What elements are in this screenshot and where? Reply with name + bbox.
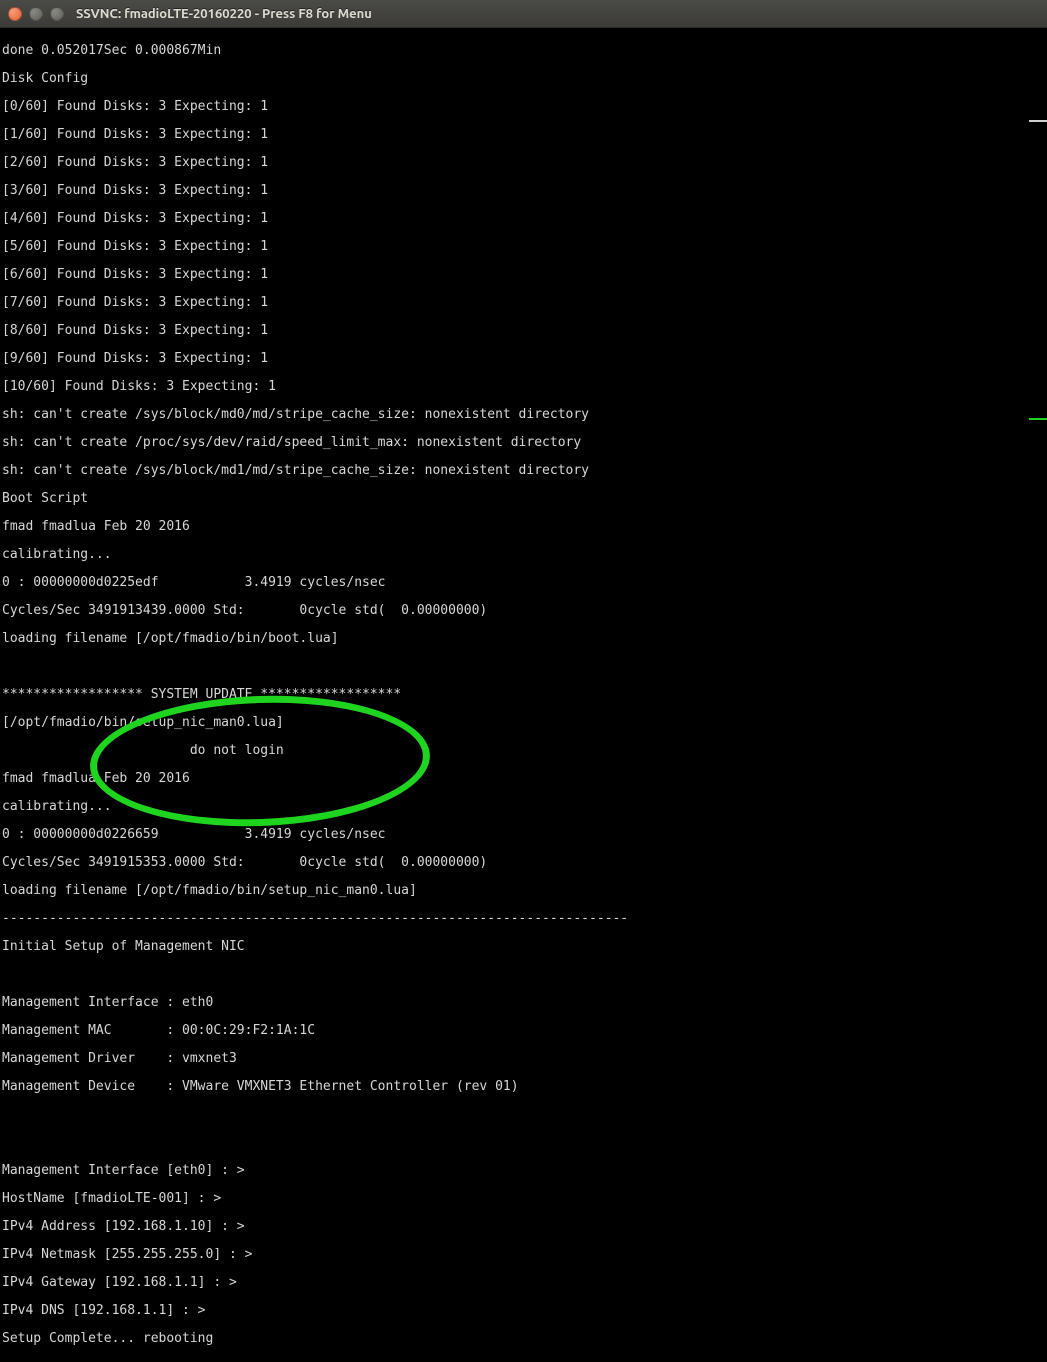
term-line: fmad fmadlua Feb 20 2016 [2,520,1045,534]
close-icon[interactable] [8,7,22,21]
term-line [2,1108,1045,1122]
term-line: Management Interface [eth0] : > [2,1164,1045,1178]
annotation-tick [1029,418,1047,420]
term-line: 0 : 00000000d0225edf 3.4919 cycles/nsec [2,576,1045,590]
term-line: Cycles/Sec 3491915353.0000 Std: 0cycle s… [2,856,1045,870]
term-line: done 0.052017Sec 0.000867Min [2,44,1045,58]
term-line: [8/60] Found Disks: 3 Expecting: 1 [2,324,1045,338]
term-line: Management MAC : 00:0C:29:F2:1A:1C [2,1024,1045,1038]
term-line: [1/60] Found Disks: 3 Expecting: 1 [2,128,1045,142]
term-line: [9/60] Found Disks: 3 Expecting: 1 [2,352,1045,366]
term-line: loading filename [/opt/fmadio/bin/boot.l… [2,632,1045,646]
term-line [2,968,1045,982]
window-titlebar: SSVNC: fmadioLTE-20160220 - Press F8 for… [0,0,1047,28]
term-line: IPv4 Gateway [192.168.1.1] : > [2,1276,1045,1290]
term-line: [/opt/fmadio/bin/setup_nic_man0.lua] [2,716,1045,730]
term-line: [4/60] Found Disks: 3 Expecting: 1 [2,212,1045,226]
term-line: IPv4 Address [192.168.1.10] : > [2,1220,1045,1234]
term-line: [5/60] Found Disks: 3 Expecting: 1 [2,240,1045,254]
term-line: calibrating... [2,800,1045,814]
term-line: do not login [2,744,1045,758]
term-line: Management Device : VMware VMXNET3 Ether… [2,1080,1045,1094]
term-line: sh: can't create /sys/block/md1/md/strip… [2,464,1045,478]
term-line: [2/60] Found Disks: 3 Expecting: 1 [2,156,1045,170]
term-line: IPv4 DNS [192.168.1.1] : > [2,1304,1045,1318]
maximize-icon[interactable] [50,7,64,21]
term-line: loading filename [/opt/fmadio/bin/setup_… [2,884,1045,898]
term-line: sh: can't create /proc/sys/dev/raid/spee… [2,436,1045,450]
window-title: SSVNC: fmadioLTE-20160220 - Press F8 for… [76,7,372,21]
term-line: Initial Setup of Management NIC [2,940,1045,954]
term-line: IPv4 Netmask [255.255.255.0] : > [2,1248,1045,1262]
term-line: Setup Complete... rebooting [2,1332,1045,1346]
terminal-output: done 0.052017Sec 0.000867Min Disk Config… [0,28,1047,1362]
window-controls [8,7,64,21]
term-line [2,1136,1045,1150]
term-line: [3/60] Found Disks: 3 Expecting: 1 [2,184,1045,198]
term-line: HostName [fmadioLTE-001] : > [2,1192,1045,1206]
term-line: Management Driver : vmxnet3 [2,1052,1045,1066]
term-line: calibrating... [2,548,1045,562]
term-line: sh: can't create /sys/block/md0/md/strip… [2,408,1045,422]
term-line: ----------------------------------------… [2,912,1045,926]
term-line: Disk Config [2,72,1045,86]
term-line: fmad fmadlua Feb 20 2016 [2,772,1045,786]
term-line: 0 : 00000000d0226659 3.4919 cycles/nsec [2,828,1045,842]
term-line: ****************** SYSTEM UPDATE *******… [2,688,1045,702]
term-line: Management Interface : eth0 [2,996,1045,1010]
term-line: [6/60] Found Disks: 3 Expecting: 1 [2,268,1045,282]
term-line: Cycles/Sec 3491913439.0000 Std: 0cycle s… [2,604,1045,618]
term-line: [0/60] Found Disks: 3 Expecting: 1 [2,100,1045,114]
term-line: Boot Script [2,492,1045,506]
annotation-tick [1029,120,1047,122]
term-line: [7/60] Found Disks: 3 Expecting: 1 [2,296,1045,310]
term-line: [10/60] Found Disks: 3 Expecting: 1 [2,380,1045,394]
term-line [2,660,1045,674]
minimize-icon[interactable] [29,7,43,21]
